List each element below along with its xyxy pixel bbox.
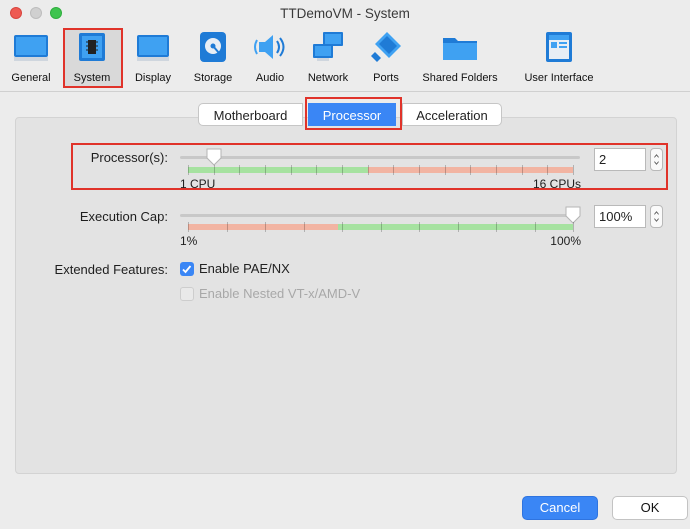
slider-tick [573, 165, 574, 175]
audio-icon [254, 35, 285, 59]
slider-tick [547, 165, 549, 175]
slider-tick [470, 165, 472, 175]
slider-tick [444, 165, 446, 175]
slider-tick [342, 222, 343, 232]
pae-nx-label[interactable]: Enable PAE/NX [199, 261, 290, 276]
execution-cap-stepper[interactable] [650, 205, 663, 228]
slider-tick [457, 222, 459, 232]
slider-tick [521, 165, 523, 175]
title-bar: TTDemoVM - System [0, 0, 690, 26]
processor-slider-thumb[interactable] [206, 148, 222, 166]
toolbar-item-ports[interactable]: Ports [364, 26, 408, 88]
execution-cap-range-ok [338, 224, 573, 230]
processor-stepper[interactable] [650, 148, 663, 171]
slider-tick [380, 222, 382, 232]
processor-min-label: 1 CPU [180, 177, 216, 191]
settings-toolbar: General System Display Storage Audio Net… [0, 26, 690, 92]
system-icon [79, 33, 105, 61]
slider-tick [367, 165, 369, 175]
toolbar-item-system[interactable]: System [66, 26, 118, 88]
pae-nx-checkbox[interactable] [180, 262, 194, 276]
slider-tick [303, 222, 305, 232]
minimize-window-button[interactable] [30, 7, 42, 19]
general-icon [14, 35, 48, 61]
slider-tick [496, 222, 497, 232]
execution-cap-input[interactable]: 100% [594, 205, 646, 228]
processor-max-label: 16 CPUs [532, 177, 581, 191]
execution-cap-min-label: 1% [180, 234, 198, 248]
slider-tick [342, 165, 343, 175]
nested-vt-label: Enable Nested VT-x/AMD-V [199, 286, 361, 301]
slider-tick [316, 165, 318, 175]
slider-tick [239, 165, 241, 175]
toolbar-item-general[interactable]: General [8, 26, 54, 88]
window-title: TTDemoVM - System [280, 6, 410, 21]
slider-tick [419, 222, 420, 232]
extended-features-label: Extended Features: [54, 262, 168, 277]
close-window-button[interactable] [10, 7, 22, 19]
tab-motherboard[interactable]: Motherboard [198, 103, 303, 126]
execution-cap-slider[interactable] [180, 214, 580, 217]
execution-cap-range-low [188, 224, 338, 230]
display-icon [137, 35, 169, 61]
execution-cap-label: Execution Cap: [79, 209, 168, 224]
user-interface-icon [546, 32, 572, 62]
slider-tick [290, 165, 292, 175]
execution-cap-max-label: 100% [550, 234, 581, 248]
toolbar-item-audio[interactable]: Audio [248, 26, 292, 88]
slider-tick [265, 222, 266, 232]
slider-tick [226, 222, 228, 232]
processor-label: Processor(s): [90, 150, 168, 165]
slider-tick [188, 165, 189, 175]
toolbar-item-shared-folders[interactable]: Shared Folders [414, 26, 506, 88]
toolbar-item-display[interactable]: Display [128, 26, 178, 88]
ok-button[interactable]: OK [612, 496, 688, 520]
toolbar-item-user-interface[interactable]: User Interface [516, 26, 602, 88]
slider-tick [496, 165, 497, 175]
processor-count-input[interactable]: 2 [594, 148, 646, 171]
processor-tab-highlight [305, 97, 402, 130]
toolbar-item-storage[interactable]: Storage [188, 26, 238, 88]
processor-slider[interactable] [180, 156, 580, 159]
toolbar-item-network[interactable]: Network [300, 26, 356, 88]
nested-vt-checkbox [180, 287, 194, 301]
slider-tick [573, 222, 574, 232]
ports-icon [371, 32, 401, 62]
slider-tick [213, 165, 215, 175]
zoom-window-button[interactable] [50, 7, 62, 19]
processor-range-safe [188, 167, 368, 173]
tab-acceleration[interactable]: Acceleration [402, 103, 502, 126]
shared-folders-icon [443, 38, 477, 60]
slider-tick [534, 222, 536, 232]
checkmark-icon [182, 265, 192, 274]
slider-tick [188, 222, 189, 232]
storage-icon [200, 32, 226, 62]
network-icon [313, 32, 343, 61]
slider-tick [265, 165, 266, 175]
slider-tick [393, 165, 395, 175]
slider-tick [419, 165, 420, 175]
cancel-button[interactable]: Cancel [522, 496, 598, 520]
